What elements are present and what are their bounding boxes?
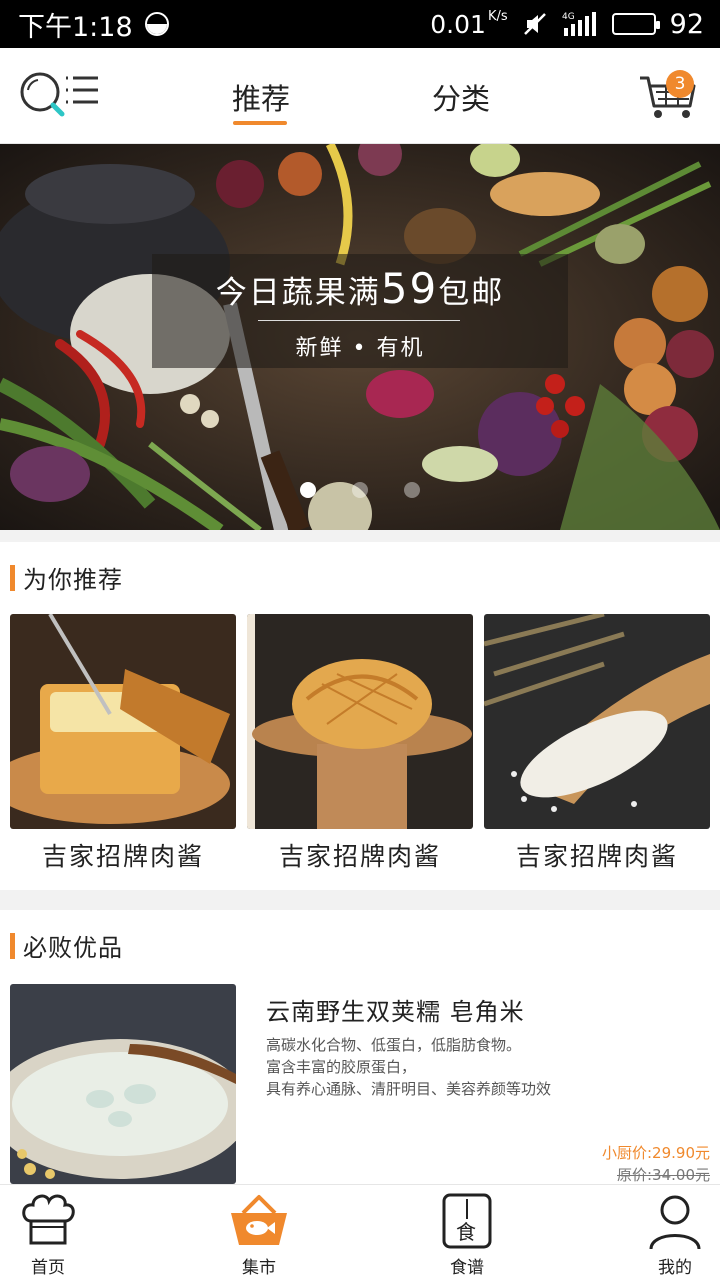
banner-title-amount: 59	[380, 264, 439, 313]
recommend-card-2[interactable]: 吉家招牌肉酱	[247, 614, 473, 873]
recommend-image-bun	[247, 614, 473, 829]
search-menu-icon[interactable]	[18, 68, 104, 120]
do-not-disturb-icon	[144, 12, 169, 36]
status-time: 下午1:18	[18, 11, 133, 43]
cart-count-badge: 3	[666, 70, 694, 98]
featured-product-name[interactable]: 云南野生双荚糯 皂角米	[266, 992, 525, 1027]
section-accent-bar	[10, 564, 15, 591]
bottom-nav: 首页 集市 食 食谱 我的	[0, 1184, 720, 1280]
battery-icon	[611, 13, 660, 35]
featured-product-image[interactable]	[10, 984, 236, 1184]
nav-market-label: 集市	[242, 1258, 276, 1278]
section-accent-bar	[10, 932, 15, 959]
signal-icon: 4G	[562, 12, 596, 36]
chef-hat-icon	[22, 1194, 75, 1245]
banner-title: 今日蔬果满59包邮	[215, 264, 505, 313]
featured-price-current: 小厨价:29.90元	[602, 1144, 710, 1162]
nav-profile[interactable]: 我的	[630, 1185, 720, 1280]
status-bar: 下午1:18 0.01 K/s 4G 92	[0, 0, 720, 48]
featured-title: 必败优品	[23, 934, 123, 962]
promo-banner[interactable]: 今日蔬果满59包邮 新鲜 • 有机	[0, 144, 720, 530]
basket-icon	[231, 1195, 287, 1245]
battery-level: 92	[669, 8, 704, 40]
featured-section: 必败优品 云南野生双荚糯 皂角米 高碳水化合物、低蛋白，低脂肪食物。 富含丰富的…	[0, 910, 720, 1190]
mute-icon	[523, 13, 546, 35]
recommend-name-1: 吉家招牌肉酱	[41, 842, 204, 871]
recommend-name-3: 吉家招牌肉酱	[515, 842, 678, 871]
tab-recommend[interactable]: 推荐	[232, 76, 290, 118]
nav-home-label: 首页	[31, 1258, 65, 1278]
banner-subtitle: 新鲜 • 有机	[295, 336, 425, 361]
featured-header: 必败优品	[10, 928, 123, 963]
banner-dot-1[interactable]	[300, 482, 316, 498]
banner-dot-3[interactable]	[404, 482, 420, 498]
tab-category[interactable]: 分类	[432, 76, 490, 118]
recommend-header: 为你推荐	[10, 560, 123, 595]
banner-caption: 今日蔬果满59包邮 新鲜 • 有机	[152, 254, 568, 368]
recommend-image-rice	[484, 614, 710, 829]
active-tab-indicator	[233, 121, 287, 125]
network-speed: 0.01 K/s	[430, 8, 508, 39]
recommend-name-2: 吉家招牌肉酱	[278, 842, 441, 871]
recommend-card-1[interactable]: 吉家招牌肉酱	[10, 614, 236, 873]
svg-text:食: 食	[456, 1220, 476, 1244]
recipe-book-icon: 食	[442, 1193, 492, 1249]
recommend-title: 为你推荐	[23, 566, 123, 594]
user-icon	[649, 1195, 701, 1250]
nav-market[interactable]: 集市	[214, 1185, 304, 1280]
nav-recipes-label: 食谱	[450, 1258, 484, 1278]
recommend-image-toast	[10, 614, 236, 829]
banner-dot-2[interactable]	[352, 482, 368, 498]
nav-profile-label: 我的	[658, 1258, 692, 1278]
nav-home[interactable]: 首页	[3, 1185, 93, 1280]
top-header: 推荐 分类 3	[0, 48, 720, 144]
recommend-card-3[interactable]: 吉家招牌肉酱	[484, 614, 710, 873]
banner-divider	[258, 320, 460, 321]
banner-pagination	[300, 482, 420, 498]
network-type: 4G	[562, 12, 575, 22]
recommend-section: 为你推荐 吉家招牌肉酱 吉家招牌肉酱 吉家招牌肉酱	[0, 542, 720, 890]
nav-recipes[interactable]: 食 食谱	[422, 1185, 512, 1280]
network-speed-unit: K/s	[487, 8, 508, 24]
featured-product-desc: 高碳水化合物、低蛋白，低脂肪食物。 富含丰富的胶原蛋白， 具有养心通脉、清肝明目…	[266, 1036, 552, 1098]
featured-price-original: 原价:34.00元	[617, 1166, 710, 1184]
